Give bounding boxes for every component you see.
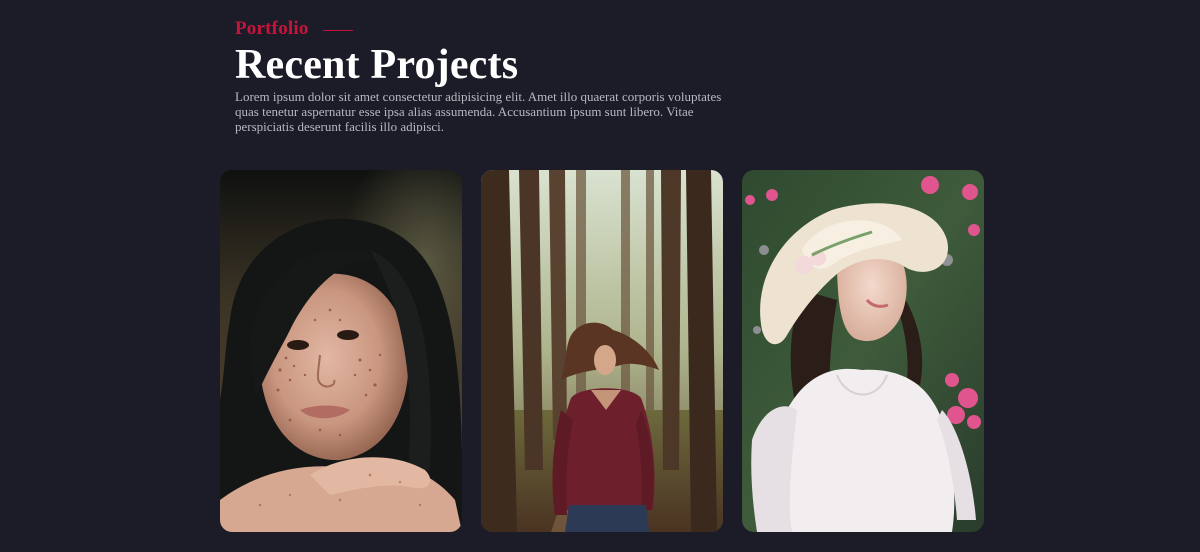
project-image — [742, 170, 984, 532]
project-image — [220, 170, 462, 532]
portfolio-section: Portfolio Recent Projects Lorem ipsum do… — [0, 0, 1200, 552]
project-image — [481, 170, 723, 532]
project-card[interactable] — [742, 170, 984, 532]
project-card[interactable] — [220, 170, 462, 532]
section-description: Lorem ipsum dolor sit amet consectetur a… — [235, 89, 722, 134]
eyebrow-label: Portfolio — [235, 18, 309, 39]
project-gallery — [220, 170, 984, 532]
eyebrow-divider — [322, 29, 353, 31]
section-title: Recent Projects — [235, 42, 519, 88]
section-eyebrow: Portfolio — [235, 18, 353, 40]
project-card[interactable] — [481, 170, 723, 532]
